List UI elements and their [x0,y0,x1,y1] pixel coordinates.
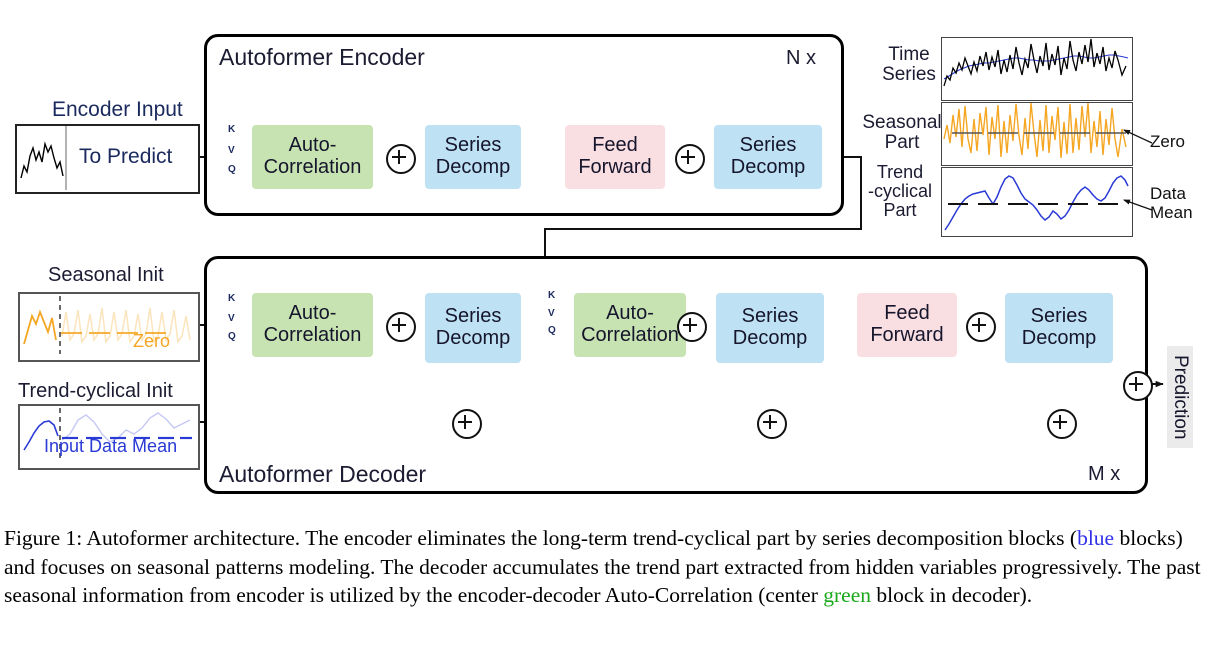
block-label-line1: Series [739,134,797,157]
decoder-add-1 [386,312,416,342]
block-label-line2: Correlation [581,324,679,346]
encoder-input-to-predict-label: To Predict [79,145,173,168]
block-label-line2: Forward [870,324,944,346]
zero-annotation-leader [1123,129,1153,144]
block-label-line2: Decomp [1021,327,1097,349]
decoder-v-label-2: V [548,308,555,319]
encoder-series-decomp-2-block[interactable]: Series Decomp [714,125,822,189]
decoder-final-add [1123,371,1153,401]
decoder-trend-add-1 [452,409,482,439]
panel-trend-cyclical-plot [941,167,1133,237]
panel-time-series-plot [941,37,1133,101]
decoder-q-label-1: Q [228,331,236,342]
block-label-line1: Feed [592,134,638,157]
block-label-line2: Decomp [730,156,806,178]
block-label-line1: Auto- [288,134,337,157]
label-line2: Series [882,64,936,86]
encoder-series-decomp-1-block[interactable]: Series Decomp [425,125,521,189]
block-label-line2: Decomp [435,327,511,349]
caption-blue-word: blue [1077,526,1115,550]
block-label-line1: Auto- [288,302,337,325]
decoder-add-2 [677,312,707,342]
panel-time-series-label: Time Series [876,44,942,86]
block-label-line2: Correlation [263,324,362,346]
encoder-input-caption: Encoder Input [52,98,183,121]
seasonal-init-zero-label: Zero [133,331,171,351]
decoder-feed-forward-block[interactable]: Feed Forward [857,293,957,357]
label-line1: Time [888,44,930,65]
block-label-line1: Feed [884,302,930,325]
decoder-k-label-2: K [548,290,556,301]
label-line1: Trend [876,162,924,182]
block-label-line1: Series [444,305,502,328]
block-label-line1: Auto- [606,302,654,325]
seasonal-init-box [18,292,200,362]
decoder-q-label-2: Q [548,325,556,336]
encoder-add-2 [675,144,705,174]
caption-prefix: Figure 1: Autoformer architecture. The e… [4,526,1078,550]
panel-seasonal-part-plot [941,102,1133,166]
block-label-line2: Forward [578,156,652,178]
decoder-trend-add-2 [757,409,787,439]
figure-caption: Figure 1: Autoformer architecture. The e… [4,524,1208,610]
block-label-line1: Series [444,134,502,157]
encoder-feed-forward-block[interactable]: Feed Forward [565,125,665,189]
decoder-k-label-1: K [228,293,236,304]
data-mean-annotation-leader [1123,199,1153,211]
seasonal-init-caption: Seasonal Init [48,264,164,286]
decoder-title: Autoformer Decoder [219,461,427,487]
encoder-v-label: V [228,145,235,156]
decoder-trend-add-3 [1047,409,1077,439]
caption-green-word: green [823,583,871,608]
block-label-line2: Correlation [263,156,362,178]
decoder-auto-correlation-1-block[interactable]: Auto- Correlation [252,293,373,357]
seasonal-part-chart [943,103,1127,159]
label-line2: Part [884,132,920,154]
label-line3: Part [883,200,917,221]
trend-init-caption: Trend-cyclical Init [18,380,173,402]
decoder-series-decomp-1-block[interactable]: Series Decomp [425,293,521,363]
encoder-title: Autoformer Encoder [219,44,425,70]
decoder-series-decomp-2-block[interactable]: Series Decomp [716,293,824,363]
caption-suffix: block in decoder). [871,583,1033,608]
decoder-series-decomp-3-block[interactable]: Series Decomp [1005,293,1113,363]
decoder-add-3 [966,312,996,342]
trend-cyclical-chart [944,175,1129,231]
block-label-line2: Decomp [732,327,808,349]
decoder-repeat-count: M x [1088,463,1121,485]
label-line1: Seasonal [862,112,942,133]
encoder-q-label: Q [228,164,236,175]
panel-seasonal-zero-annotation: Zero [1150,132,1185,151]
block-label-line1: Series [1030,305,1088,328]
time-series-chart [943,38,1129,87]
decoder-auto-correlation-2-block[interactable]: Auto- Correlation [574,293,686,357]
panel-seasonal-part-label: Seasonal Part [862,112,942,154]
encoder-add-1 [386,144,416,174]
encoder-k-label: K [228,124,236,135]
encoder-auto-correlation-block[interactable]: Auto- Correlation [252,125,373,189]
annotation-line2: Mean [1150,203,1193,223]
block-label-line1: Series [741,305,799,328]
figure-root: Autoformer Encoder N x Encoder Input To … [0,0,1212,667]
prediction-output-label: Prediction [1167,346,1193,448]
block-label-line2: Decomp [435,156,511,178]
annotation-line1: Data [1150,184,1186,203]
decoder-v-label-1: V [228,313,235,324]
panel-trend-cyclical-part-label: Trend -cyclical Part [858,162,942,221]
label-line2: -cyclical [867,181,932,202]
encoder-repeat-count: N x [786,47,816,69]
trend-init-mean-label: Input Data Mean [44,436,178,456]
decoder-container [204,256,1148,494]
panel-data-mean-annotation: Data Mean [1150,184,1193,222]
